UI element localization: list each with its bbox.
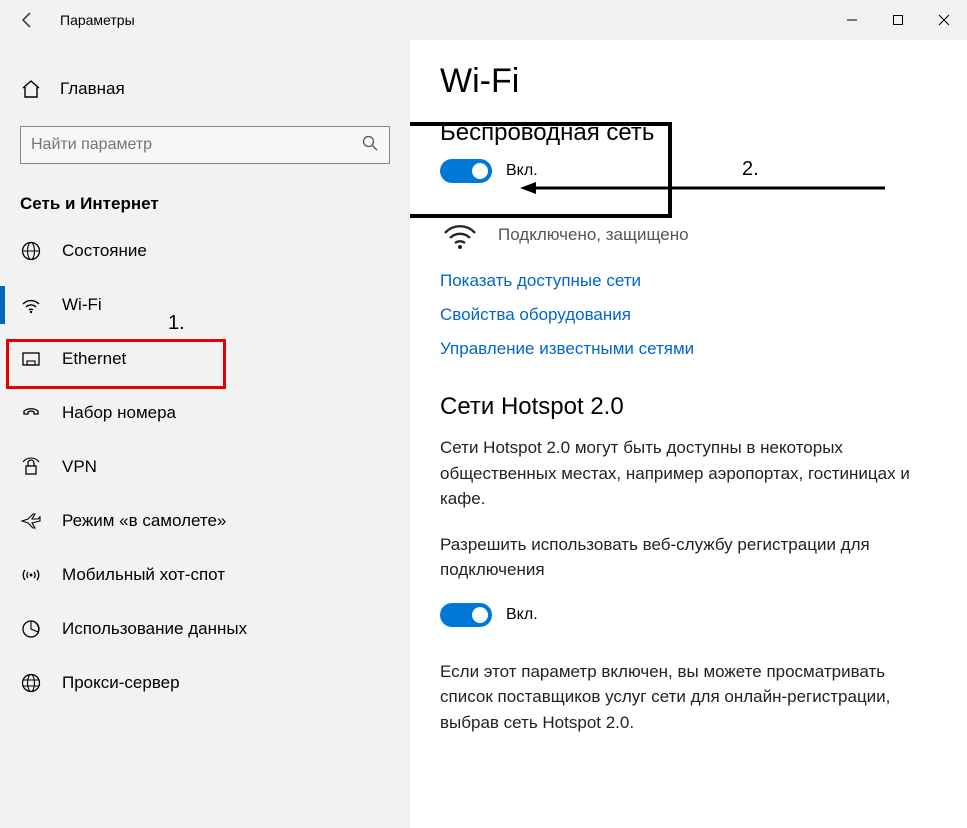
sidebar-item-label: Мобильный хот-спот: [62, 565, 225, 585]
hotspot-para3: Если этот параметр включен, вы можете пр…: [440, 659, 937, 736]
vpn-icon: [20, 456, 42, 478]
sidebar-item-vpn[interactable]: VPN: [0, 440, 410, 494]
wireless-heading: Беспроводная сеть: [440, 119, 937, 147]
sidebar: Главная Сеть и Интернет Состояние Wi-Fi: [0, 40, 410, 828]
sidebar-item-label: Набор номера: [62, 403, 176, 423]
hotspot-para1: Сети Hotspot 2.0 могут быть доступны в н…: [440, 435, 937, 512]
window-title: Параметры: [60, 12, 135, 28]
globe-icon: [20, 240, 42, 262]
wifi-icon: [20, 294, 42, 316]
sidebar-item-label: Использование данных: [62, 619, 247, 639]
hotspot-para2: Разрешить использовать веб-службу регист…: [440, 532, 937, 583]
sidebar-item-datausage[interactable]: Использование данных: [0, 602, 410, 656]
sidebar-item-label: Прокси-сервер: [62, 673, 180, 693]
annotation-label-2: 2.: [742, 158, 759, 181]
back-button[interactable]: [14, 6, 42, 34]
hotspot-toggle[interactable]: [440, 603, 492, 627]
minimize-button[interactable]: [829, 0, 875, 40]
main-content: Wi-Fi Беспроводная сеть Вкл. Подключено,…: [410, 40, 967, 828]
wifi-status-icon: [440, 215, 480, 255]
sidebar-home[interactable]: Главная: [0, 70, 410, 108]
sidebar-item-label: Режим «в самолете»: [62, 511, 226, 531]
maximize-button[interactable]: [875, 0, 921, 40]
sidebar-home-label: Главная: [60, 79, 125, 99]
sidebar-nav: Состояние Wi-Fi Ethernet Набор номера: [0, 224, 410, 710]
sidebar-section-head: Сеть и Интернет: [20, 194, 410, 214]
search-icon: [361, 134, 379, 156]
hotspot-toggle-label: Вкл.: [506, 606, 538, 624]
sidebar-item-label: VPN: [62, 457, 97, 477]
datausage-icon: [20, 618, 42, 640]
hotspot-heading: Сети Hotspot 2.0: [440, 393, 937, 421]
hotspot-icon: [20, 564, 42, 586]
sidebar-item-proxy[interactable]: Прокси-сервер: [0, 656, 410, 710]
search-input[interactable]: [31, 136, 361, 154]
link-show-networks[interactable]: Показать доступные сети: [440, 271, 937, 291]
wireless-toggle[interactable]: [440, 159, 492, 183]
sidebar-item-label: Состояние: [62, 241, 147, 261]
close-button[interactable]: [921, 0, 967, 40]
link-known-networks[interactable]: Управление известными сетями: [440, 339, 937, 359]
page-title: Wi-Fi: [440, 62, 937, 101]
sidebar-item-label: Ethernet: [62, 349, 126, 369]
ethernet-icon: [20, 348, 42, 370]
titlebar: Параметры: [0, 0, 967, 40]
sidebar-item-wifi[interactable]: Wi-Fi: [0, 278, 410, 332]
wireless-toggle-label: Вкл.: [506, 162, 538, 180]
sidebar-item-label: Wi-Fi: [62, 295, 102, 315]
sidebar-item-airplane[interactable]: Режим «в самолете»: [0, 494, 410, 548]
wifi-status-text: Подключено, защищено: [498, 225, 689, 245]
airplane-icon: [20, 510, 42, 532]
sidebar-item-status[interactable]: Состояние: [0, 224, 410, 278]
dialup-icon: [20, 402, 42, 424]
link-hardware-props[interactable]: Свойства оборудования: [440, 305, 937, 325]
sidebar-item-ethernet[interactable]: Ethernet: [0, 332, 410, 386]
home-icon: [20, 78, 42, 100]
sidebar-item-dialup[interactable]: Набор номера: [0, 386, 410, 440]
annotation-label-1: 1.: [168, 312, 185, 335]
sidebar-item-hotspot[interactable]: Мобильный хот-спот: [0, 548, 410, 602]
search-box[interactable]: [20, 126, 390, 164]
proxy-icon: [20, 672, 42, 694]
